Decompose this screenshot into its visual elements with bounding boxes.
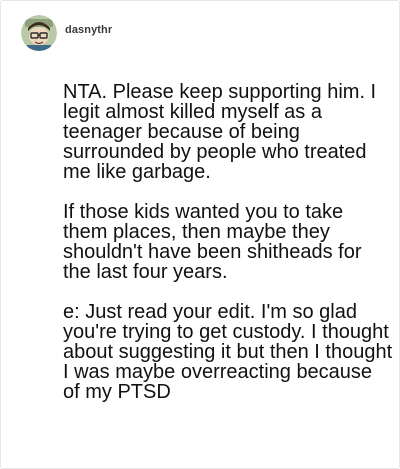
user-avatar[interactable] xyxy=(21,15,57,51)
post-card: dasnythr NTA. Please keep supporting him… xyxy=(0,0,400,469)
post-paragraph: NTA. Please keep supporting him. I legit… xyxy=(63,81,377,183)
cartoon-avatar-icon xyxy=(21,15,57,51)
post-paragraph: e: Just read your edit. I'm so glad you'… xyxy=(63,301,393,403)
username[interactable]: dasnythr xyxy=(65,24,112,36)
post-paragraph: If those kids wanted you to take them pl… xyxy=(63,201,362,283)
post-header: dasnythr xyxy=(21,15,112,51)
post-body: NTA. Please keep supporting him. I legit… xyxy=(63,82,393,422)
